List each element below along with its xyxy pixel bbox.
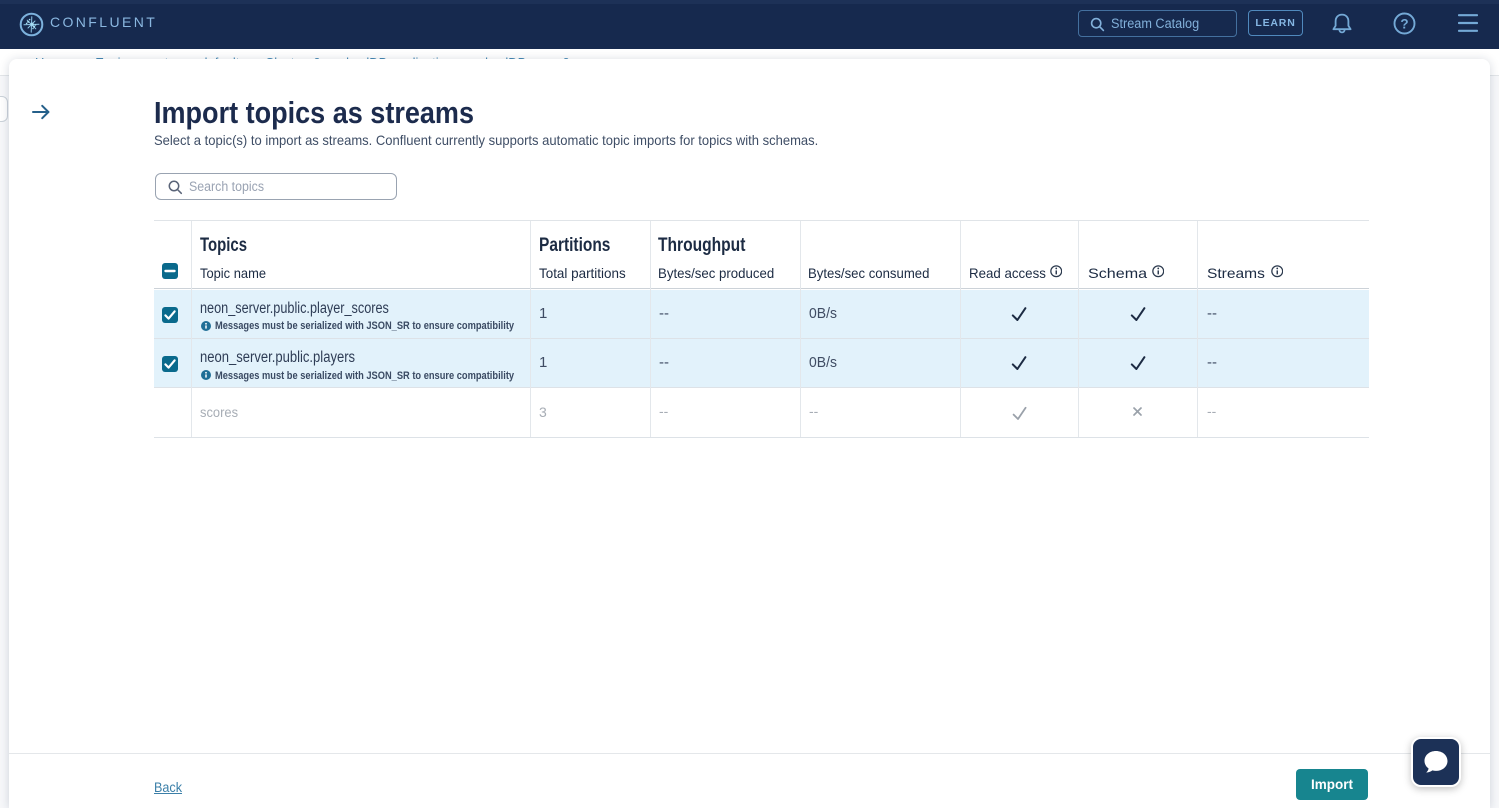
svg-text:?: ? — [1400, 16, 1408, 31]
